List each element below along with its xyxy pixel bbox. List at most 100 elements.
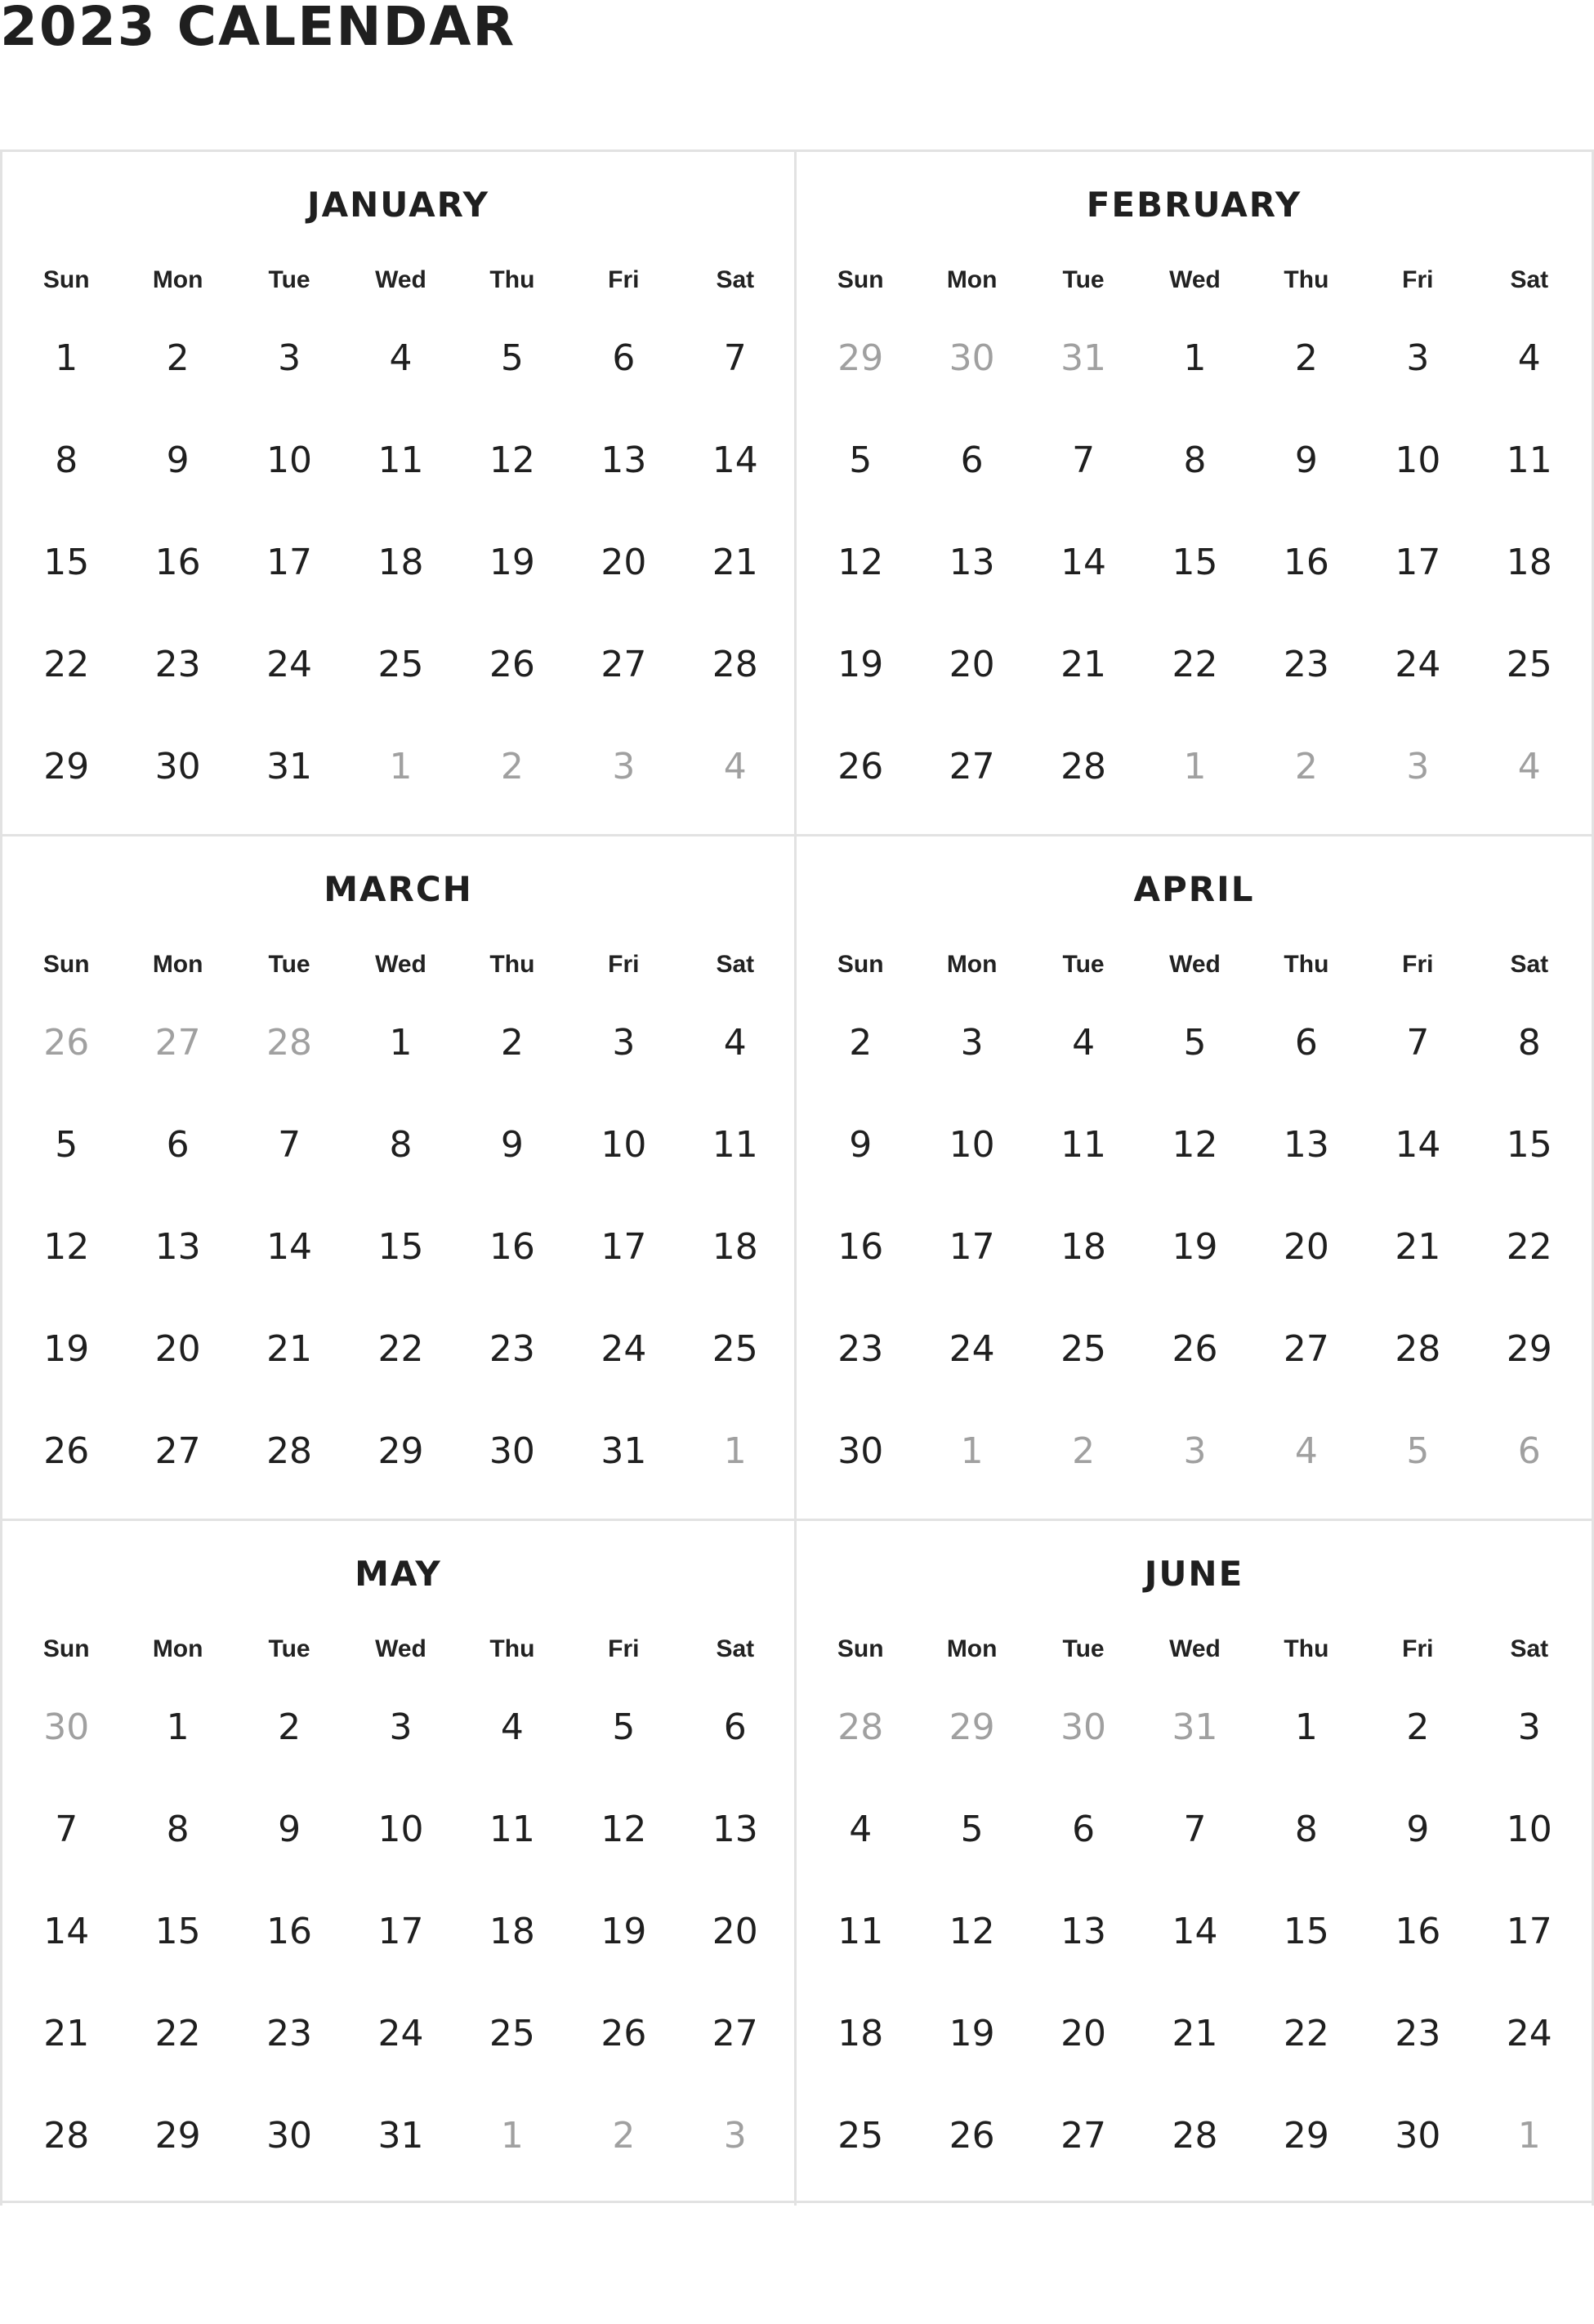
day-cell: 25: [1060, 1328, 1107, 1370]
day-cell: 9: [1294, 439, 1318, 481]
day-cell: 9: [278, 1809, 301, 1850]
day-cell: 12: [837, 542, 884, 583]
weekday-label: Wed: [1169, 266, 1221, 293]
day-cell: 27: [1283, 1328, 1329, 1370]
day-cell: 29: [1283, 2115, 1329, 2157]
day-cell: 6: [166, 1124, 190, 1166]
month-panel: MARCH Sun Mon Tue Wed Thu Fri Sat 26 27 28 1 2 3 4 5 6 7 8…: [0, 836, 797, 1521]
day-grid: 29 30 31 1 2 3 4 5 6 7 8 9 10 11 12 13 14 15 16 17 18 19 20 21 2…: [805, 334, 1585, 845]
day-cell: 20: [1283, 1226, 1329, 1268]
day-cell: 9: [500, 1124, 524, 1166]
day-cell: 29: [43, 746, 90, 787]
month-panel: FEBRUARY Sun Mon Tue Wed Thu Fri Sat 29 30 31 1 2 3 4 5…: [797, 152, 1594, 836]
day-cell: 4: [723, 1022, 747, 1064]
day-cell: 18: [837, 2013, 884, 2054]
day-cell: 15: [1172, 542, 1218, 583]
month-panel: APRIL Sun Mon Tue Wed Thu Fri Sat 2 3 4 5 6 7 8 9 10 11 12…: [797, 836, 1594, 1521]
day-cell-outside-month: 3: [1183, 1430, 1207, 1472]
day-cell: 17: [949, 1226, 995, 1268]
day-cell: 30: [489, 1430, 535, 1472]
day-cell: 19: [489, 542, 535, 583]
day-cell-outside-month: 30: [43, 1706, 90, 1748]
weekday-label: Mon: [152, 951, 203, 978]
day-cell: 15: [43, 542, 90, 583]
day-cell: 13: [949, 542, 995, 583]
day-cell: 22: [1172, 644, 1218, 685]
day-cell: 30: [1395, 2115, 1441, 2157]
weekday-label: Tue: [268, 1635, 310, 1662]
weekday-header: Sun Mon Tue Wed Thu Fri Sat: [11, 1633, 791, 1666]
weekday-label: Wed: [375, 266, 426, 293]
day-cell: 11: [712, 1124, 758, 1166]
day-cell-outside-month: 3: [612, 746, 636, 787]
day-cell: 12: [43, 1226, 90, 1268]
weekday-header: Sun Mon Tue Wed Thu Fri Sat: [805, 1633, 1585, 1666]
day-cell: 7: [1183, 1809, 1207, 1850]
day-cell: 10: [601, 1124, 647, 1166]
weekday-label: Wed: [1169, 951, 1221, 978]
day-cell: 4: [1517, 337, 1541, 379]
day-cell: 20: [1060, 2013, 1107, 2054]
weekday-label: Sun: [837, 266, 884, 293]
day-cell-outside-month: 28: [837, 1706, 884, 1748]
day-cell: 22: [377, 1328, 424, 1370]
day-cell: 26: [1172, 1328, 1218, 1370]
day-cell-outside-month: 2: [1072, 1430, 1096, 1472]
day-cell: 10: [377, 1809, 424, 1850]
day-cell: 16: [266, 1911, 313, 1952]
day-cell-outside-month: 29: [837, 337, 884, 379]
day-cell: 6: [723, 1706, 747, 1748]
weekday-label: Fri: [1402, 1635, 1434, 1662]
weekday-label: Sat: [716, 1635, 755, 1662]
day-cell: 20: [601, 542, 647, 583]
day-cell: 23: [266, 2013, 313, 2054]
day-cell: 28: [43, 2115, 90, 2157]
day-cell: 3: [389, 1706, 413, 1748]
weekday-label: Fri: [608, 1635, 640, 1662]
day-cell: 15: [1283, 1911, 1329, 1952]
day-cell: 2: [1294, 337, 1318, 379]
day-cell: 5: [960, 1809, 984, 1850]
day-cell: 31: [601, 1430, 647, 1472]
weekday-label: Sat: [716, 266, 755, 293]
day-cell: 18: [1506, 542, 1552, 583]
day-cell-outside-month: 1: [723, 1430, 747, 1472]
day-cell-outside-month: 6: [1517, 1430, 1541, 1472]
day-cell: 17: [1506, 1911, 1552, 1952]
day-cell: 2: [278, 1706, 301, 1748]
day-cell: 22: [43, 644, 90, 685]
day-cell: 4: [1072, 1022, 1096, 1064]
day-cell: 24: [266, 644, 313, 685]
day-cell: 19: [43, 1328, 90, 1370]
day-cell: 3: [1517, 1706, 1541, 1748]
day-cell-outside-month: 1: [1517, 2115, 1541, 2157]
day-cell: 13: [1283, 1124, 1329, 1166]
day-cell-outside-month: 1: [389, 746, 413, 787]
day-cell: 22: [154, 2013, 201, 2054]
weekday-label: Wed: [375, 951, 426, 978]
day-cell: 21: [266, 1328, 313, 1370]
day-cell: 1: [55, 337, 78, 379]
month-title: MAY: [355, 1554, 442, 1594]
weekday-label: Tue: [1062, 266, 1105, 293]
day-cell: 8: [389, 1124, 413, 1166]
day-cell: 5: [500, 337, 524, 379]
day-cell-outside-month: 2: [500, 746, 524, 787]
day-cell: 27: [712, 2013, 758, 2054]
weekday-label: Sun: [42, 266, 90, 293]
day-cell: 9: [166, 439, 190, 481]
day-cell: 14: [712, 439, 758, 481]
day-cell: 3: [278, 337, 301, 379]
month-title: JANUARY: [306, 185, 490, 225]
day-cell-outside-month: 5: [1406, 1430, 1430, 1472]
weekday-label: Fri: [1402, 951, 1434, 978]
day-cell: 25: [377, 644, 424, 685]
weekday-label: Sun: [42, 951, 90, 978]
day-cell: 24: [949, 1328, 995, 1370]
day-cell: 17: [601, 1226, 647, 1268]
day-cell: 18: [377, 542, 424, 583]
day-cell: 25: [712, 1328, 758, 1370]
day-cell: 18: [1060, 1226, 1107, 1268]
day-cell-outside-month: 4: [1294, 1430, 1318, 1472]
day-cell: 19: [1172, 1226, 1218, 1268]
